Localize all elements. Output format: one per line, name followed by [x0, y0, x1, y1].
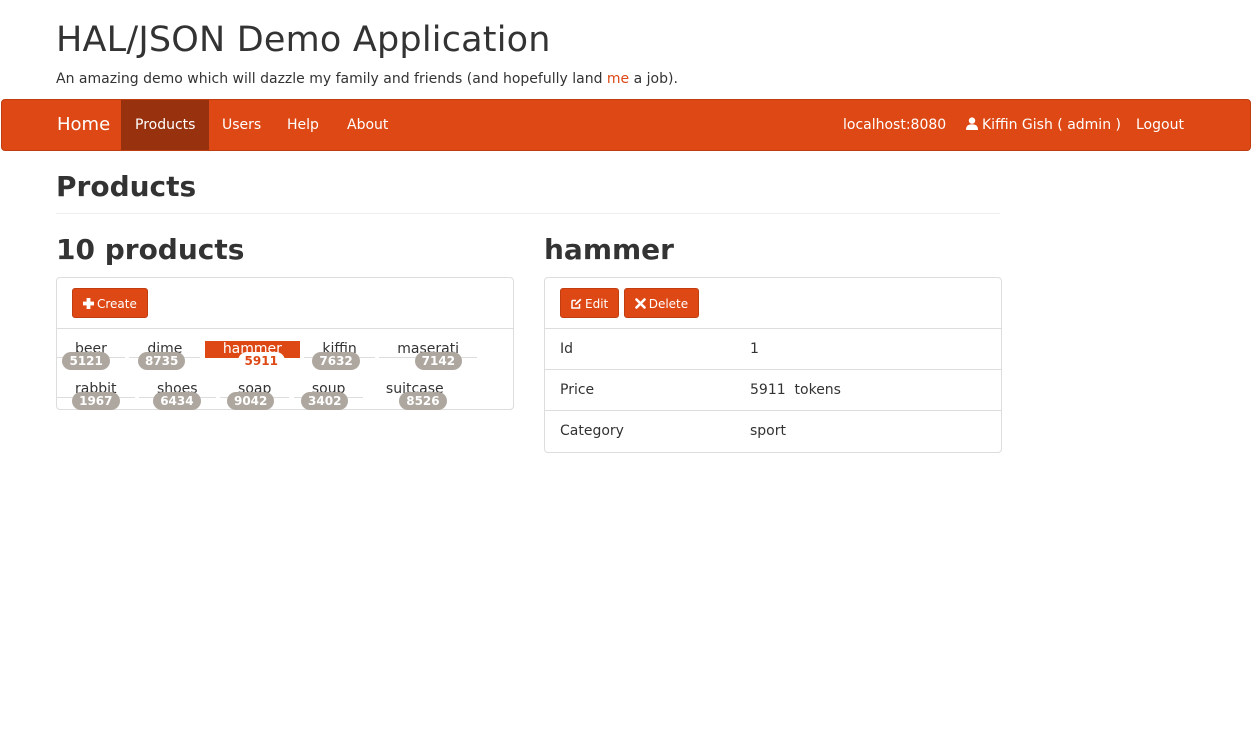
detail-row-category: Category sport — [545, 411, 1001, 452]
page-title: Products — [56, 170, 197, 203]
delete-button-label: Delete — [648, 297, 689, 311]
detail-label: Price — [560, 382, 595, 398]
product-item-soap[interactable]: soap 9042 — [220, 381, 290, 410]
product-item-suitcase[interactable]: suitcase 8526 — [368, 381, 462, 410]
product-item-soup[interactable]: soup 3402 — [293, 381, 364, 410]
section-divider — [56, 213, 1000, 214]
product-badge: 9042 — [226, 392, 275, 410]
product-detail-panel: Edit Delete Id 1 Price 5911 tokens Categ… — [544, 277, 1002, 453]
nav-brand-home[interactable]: Home — [57, 100, 110, 150]
products-list: beer 5121 dime 8735 hammer 5911 kiffin 7632 … — [57, 329, 513, 410]
page-header: HAL/JSON Demo Application An amazing dem… — [56, 16, 1000, 88]
edit-button-label: Edit — [585, 297, 609, 311]
tagline-link[interactable]: me — [607, 71, 629, 87]
product-badge: 8526 — [399, 392, 447, 410]
product-item-kiffin[interactable]: kiffin 7632 — [304, 341, 375, 370]
product-item-maserati[interactable]: maserati 7142 — [379, 341, 478, 370]
product-badge: 7142 — [414, 352, 463, 370]
tagline-text-after: a job). — [629, 71, 678, 87]
navbar: Home Products Users Help About localhost… — [1, 99, 1251, 151]
delete-button[interactable]: Delete — [623, 288, 700, 318]
edit-button[interactable]: Edit — [560, 288, 620, 318]
product-badge: 3402 — [301, 392, 349, 410]
tagline-text-before: An amazing demo which will dazzle my fam… — [56, 71, 607, 87]
nav-item-host[interactable]: localhost:8080 — [829, 100, 960, 150]
product-badge: 6434 — [153, 392, 201, 410]
plus-icon — [83, 298, 94, 309]
user-icon — [966, 117, 978, 130]
products-list-toolbar: Create — [57, 278, 513, 329]
detail-row-price: Price 5911 tokens — [545, 370, 1001, 411]
nav-item-about[interactable]: About — [333, 100, 402, 150]
tagline: An amazing demo which will dazzle my fam… — [56, 70, 1000, 88]
product-badge: 5911 — [237, 352, 285, 370]
detail-label: Category — [560, 423, 624, 439]
detail-label: Id — [560, 341, 574, 357]
product-item-shoes[interactable]: shoes 6434 — [138, 381, 216, 410]
products-count-title: 10 products — [56, 233, 245, 266]
nav-item-user[interactable]: Kiffin Gish ( admin ) — [952, 100, 1135, 150]
detail-row-id: Id 1 — [545, 329, 1001, 370]
product-detail-toolbar: Edit Delete — [545, 278, 1001, 329]
product-item-dime[interactable]: dime 8735 — [129, 341, 201, 370]
nav-user-label: Kiffin Gish ( admin ) — [982, 117, 1121, 133]
product-item-rabbit[interactable]: rabbit 1967 — [57, 381, 135, 410]
nav-item-logout[interactable]: Logout — [1122, 100, 1198, 150]
product-detail-title: hammer — [544, 233, 674, 266]
detail-value: 1 — [750, 341, 759, 357]
create-button-label: Create — [97, 297, 137, 311]
product-badge: 5121 — [62, 352, 110, 370]
edit-icon — [571, 298, 582, 309]
nav-item-products[interactable]: Products — [121, 100, 210, 150]
app-title: HAL/JSON Demo Application — [56, 20, 551, 60]
times-icon — [634, 298, 646, 309]
product-badge: 7632 — [312, 352, 360, 370]
detail-value: sport — [750, 423, 786, 439]
product-item-hammer[interactable]: hammer 5911 — [204, 341, 300, 370]
create-button[interactable]: Create — [72, 288, 148, 318]
products-list-panel: Create beer 5121 dime 8735 hammer 5911 kiff… — [56, 277, 514, 410]
product-badge: 8735 — [137, 352, 186, 370]
product-badge: 1967 — [72, 392, 120, 410]
nav-item-help[interactable]: Help — [273, 100, 333, 150]
detail-value: 5911 tokens — [750, 382, 841, 398]
product-item-beer[interactable]: beer 5121 — [57, 341, 125, 370]
nav-item-users[interactable]: Users — [208, 100, 275, 150]
